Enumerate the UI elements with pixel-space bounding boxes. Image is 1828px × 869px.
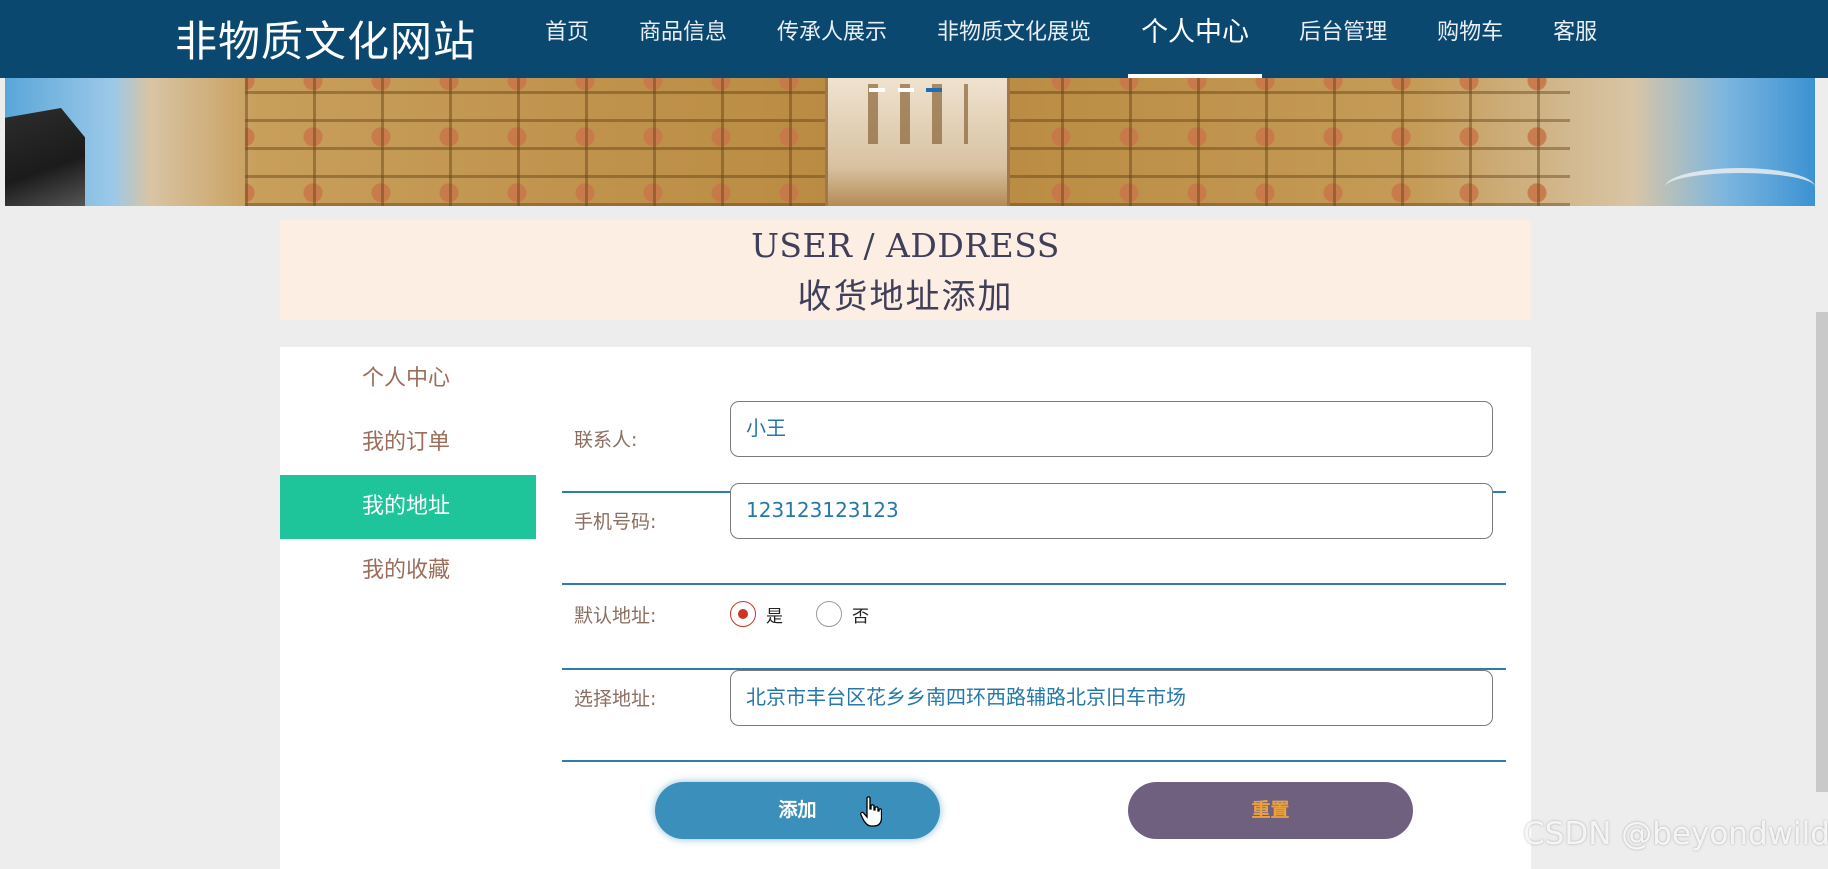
main-nav: 首页 商品信息 传承人展示 非物质文化展览 个人中心 后台管理 购物车 客服	[520, 0, 1622, 78]
address-form: 联系人: 小王 手机号码: 123123123123 默认地址: 是 否 选择地…	[562, 401, 1506, 762]
nav-service[interactable]: 客服	[1528, 0, 1622, 78]
radio-no-label[interactable]: 否	[852, 602, 869, 627]
banner-building-decoration	[5, 108, 85, 206]
banner-gate	[825, 78, 1010, 206]
form-row-phone: 手机号码: 123123123123	[562, 483, 1506, 585]
radio-yes[interactable]	[730, 601, 756, 627]
nav-products[interactable]: 商品信息	[614, 0, 752, 78]
hand-cursor-icon	[860, 796, 882, 827]
carousel-dot-3[interactable]	[926, 88, 942, 92]
sidebar-item-favorites[interactable]: 我的收藏	[280, 539, 536, 603]
banner-arch-decoration	[1665, 168, 1815, 206]
phone-input[interactable]: 123123123123	[730, 483, 1493, 539]
add-button[interactable]: 添加	[655, 782, 940, 839]
radio-no[interactable]	[816, 601, 842, 627]
site-title[interactable]: 非物质文化网站	[175, 8, 476, 69]
nav-admin[interactable]: 后台管理	[1274, 0, 1412, 78]
nav-cart[interactable]: 购物车	[1412, 0, 1528, 78]
sidebar-item-user-center[interactable]: 个人中心	[280, 347, 536, 411]
page-title-cn: 收货地址添加	[797, 277, 1014, 317]
contact-input[interactable]: 小王	[730, 401, 1493, 457]
top-navbar: 非物质文化网站 首页 商品信息 传承人展示 非物质文化展览 个人中心 后台管理 …	[0, 0, 1828, 78]
user-sidebar: 个人中心 我的订单 我的地址 我的收藏	[280, 347, 536, 603]
default-radio-group: 是 否	[730, 601, 902, 627]
address-label: 选择地址:	[574, 688, 657, 710]
nav-inheritors[interactable]: 传承人展示	[752, 0, 912, 78]
address-input[interactable]: 北京市丰台区花乡乡南四环西路辅路北京旧车市场	[730, 670, 1493, 726]
reset-button[interactable]: 重置	[1128, 782, 1413, 839]
form-row-contact: 联系人: 小王	[562, 401, 1506, 493]
carousel-dot-2[interactable]	[898, 88, 914, 92]
carousel-dot-1[interactable]	[869, 88, 885, 92]
default-label: 默认地址:	[574, 605, 657, 627]
form-row-default: 默认地址: 是 否	[562, 585, 1506, 670]
nav-home[interactable]: 首页	[520, 0, 614, 78]
content-card: 个人中心 我的订单 我的地址 我的收藏 联系人: 小王 手机号码: 123123…	[280, 347, 1531, 869]
radio-yes-label[interactable]: 是	[766, 602, 783, 627]
page-title-en: USER / ADDRESS	[751, 226, 1060, 265]
nav-user-center[interactable]: 个人中心	[1116, 0, 1274, 78]
contact-label: 联系人:	[574, 429, 638, 451]
form-row-address: 选择地址: 北京市丰台区花乡乡南四环西路辅路北京旧车市场	[562, 670, 1506, 762]
sidebar-item-orders[interactable]: 我的订单	[280, 411, 536, 475]
phone-label: 手机号码:	[574, 511, 657, 533]
watermark-text: CSDN @beyondwild	[1523, 816, 1828, 852]
sidebar-item-address[interactable]: 我的地址	[280, 475, 536, 539]
banner-image	[5, 78, 1815, 206]
page-title-card: USER / ADDRESS 收货地址添加	[280, 220, 1531, 320]
page-scrollbar[interactable]	[1816, 312, 1828, 792]
nav-exhibition[interactable]: 非物质文化展览	[912, 0, 1116, 78]
